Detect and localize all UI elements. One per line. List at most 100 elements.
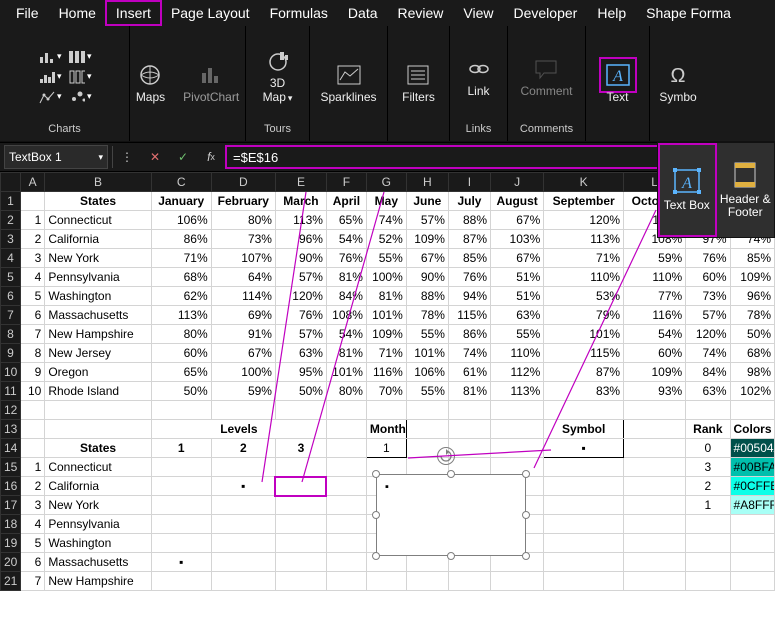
cell[interactable]: 2 <box>20 230 44 249</box>
cell[interactable] <box>624 515 686 534</box>
cell[interactable]: 101% <box>366 306 406 325</box>
cell[interactable]: 68% <box>151 268 211 287</box>
row-header[interactable]: 20 <box>1 553 21 572</box>
cell[interactable] <box>326 401 366 420</box>
row-header[interactable]: 4 <box>1 249 21 268</box>
row-header[interactable]: 9 <box>1 344 21 363</box>
cell[interactable]: States <box>45 439 151 458</box>
cell[interactable]: 9 <box>20 363 44 382</box>
cell[interactable]: 63% <box>686 382 730 401</box>
cell[interactable]: 2 <box>211 439 275 458</box>
cell[interactable]: #00504A <box>730 439 774 458</box>
cell[interactable]: 70% <box>366 382 406 401</box>
cell[interactable] <box>45 401 151 420</box>
cell[interactable]: 6 <box>20 553 44 572</box>
cell[interactable]: 64% <box>211 268 275 287</box>
cell[interactable]: Washington <box>45 534 151 553</box>
cell[interactable] <box>448 401 490 420</box>
cell[interactable] <box>730 572 774 591</box>
cell[interactable]: 81% <box>448 382 490 401</box>
cell[interactable]: 4 <box>20 268 44 287</box>
cell[interactable]: July <box>448 192 490 211</box>
cell[interactable]: 81% <box>326 344 366 363</box>
cell[interactable]: 74% <box>686 344 730 363</box>
cell[interactable]: June <box>406 192 448 211</box>
link-button[interactable]: Link <box>459 52 499 102</box>
cell[interactable]: 113% <box>544 230 624 249</box>
cell[interactable]: 83% <box>544 382 624 401</box>
col-header-B[interactable]: B <box>45 173 151 192</box>
resize-handle-w[interactable] <box>372 511 380 519</box>
cell[interactable]: Pennsylvania <box>45 268 151 287</box>
col-header-K[interactable]: K <box>544 173 624 192</box>
cell[interactable] <box>544 553 624 572</box>
cell[interactable]: 73% <box>686 287 730 306</box>
cell[interactable] <box>151 477 211 496</box>
cell[interactable]: 76% <box>448 268 490 287</box>
cell[interactable]: 65% <box>326 211 366 230</box>
cell[interactable] <box>730 553 774 572</box>
cell[interactable]: #00BFAC <box>730 458 774 477</box>
cell[interactable]: 115% <box>544 344 624 363</box>
row-header[interactable]: 2 <box>1 211 21 230</box>
cell[interactable]: Month <box>366 420 406 439</box>
cell[interactable]: 73% <box>211 230 275 249</box>
cell[interactable] <box>275 401 326 420</box>
row-header[interactable]: 8 <box>1 325 21 344</box>
cell-e16[interactable] <box>275 477 326 496</box>
cell[interactable] <box>544 572 624 591</box>
menu-file[interactable]: File <box>6 1 49 25</box>
cell[interactable] <box>624 496 686 515</box>
cell[interactable]: 62% <box>151 287 211 306</box>
row-header[interactable]: 1 <box>1 192 21 211</box>
worksheet-grid[interactable]: ABCDEFGHIJKLMN 1StatesJanuaryFebruaryMar… <box>0 172 775 621</box>
cell[interactable] <box>20 192 44 211</box>
cell[interactable]: 67% <box>406 249 448 268</box>
cell[interactable] <box>730 401 774 420</box>
cell[interactable]: States <box>45 192 151 211</box>
cell[interactable]: 54% <box>326 230 366 249</box>
menu-review[interactable]: Review <box>388 1 454 25</box>
cell[interactable]: 101% <box>544 325 624 344</box>
cell[interactable] <box>491 439 544 458</box>
cell[interactable]: 71% <box>151 249 211 268</box>
cell[interactable] <box>544 477 624 496</box>
cell[interactable]: 88% <box>448 211 490 230</box>
cell[interactable]: 0 <box>686 439 730 458</box>
cell[interactable] <box>624 477 686 496</box>
cell[interactable] <box>275 572 326 591</box>
cell[interactable]: 2 <box>686 477 730 496</box>
cell[interactable]: 113% <box>491 382 544 401</box>
cell[interactable] <box>491 401 544 420</box>
cell[interactable]: 87% <box>544 363 624 382</box>
cell[interactable]: 67% <box>211 344 275 363</box>
cell[interactable]: 1 <box>20 458 44 477</box>
cell[interactable]: 116% <box>624 306 686 325</box>
cell[interactable]: 69% <box>211 306 275 325</box>
cell[interactable] <box>326 439 366 458</box>
menu-view[interactable]: View <box>453 1 503 25</box>
cell[interactable]: 81% <box>326 268 366 287</box>
row-header[interactable]: 21 <box>1 572 21 591</box>
col-header-J[interactable]: J <box>491 173 544 192</box>
cell[interactable]: 55% <box>406 382 448 401</box>
cell[interactable]: 60% <box>686 268 730 287</box>
cell[interactable]: 96% <box>730 287 774 306</box>
cell[interactable]: 112% <box>491 363 544 382</box>
symbols-button[interactable]: Ω Symbo <box>653 58 702 108</box>
cell[interactable] <box>275 515 326 534</box>
cell[interactable]: Rank <box>686 420 730 439</box>
cell[interactable] <box>544 515 624 534</box>
cell[interactable]: 76% <box>686 249 730 268</box>
cell[interactable]: 109% <box>406 230 448 249</box>
cell[interactable]: 51% <box>491 287 544 306</box>
cell[interactable]: 78% <box>406 306 448 325</box>
cell[interactable]: 109% <box>730 268 774 287</box>
row-header[interactable]: 6 <box>1 287 21 306</box>
col-header-D[interactable]: D <box>211 173 275 192</box>
col-header-A[interactable]: A <box>20 173 44 192</box>
cell[interactable] <box>406 401 448 420</box>
cell[interactable]: 10 <box>20 382 44 401</box>
cell[interactable] <box>326 477 366 496</box>
cell[interactable]: 54% <box>624 325 686 344</box>
